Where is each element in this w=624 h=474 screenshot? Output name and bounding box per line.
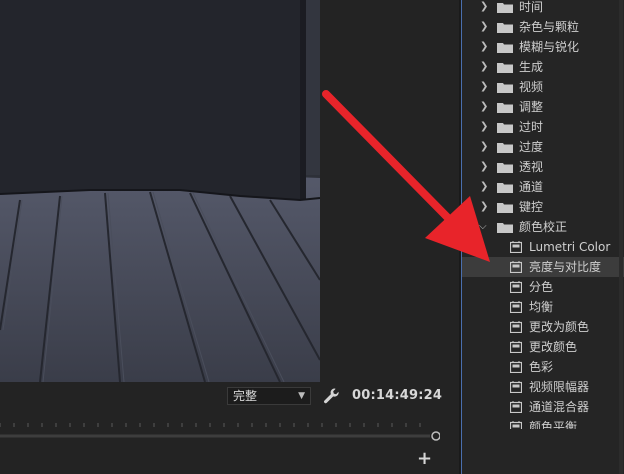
- folder-icon: [497, 63, 513, 73]
- folder-icon: [497, 223, 513, 233]
- effects-folder-label: 模糊与锐化: [519, 40, 580, 54]
- effects-folder-adjust[interactable]: ❯ 调整: [462, 97, 624, 117]
- video-effect-icon: [510, 321, 522, 333]
- chevron-right-icon: ❯: [480, 141, 489, 152]
- video-effect-icon: [510, 401, 522, 413]
- effects-folder-label: 过度: [519, 140, 544, 154]
- wrench-icon[interactable]: [322, 387, 340, 405]
- effects-folder-label: 调整: [519, 100, 544, 114]
- effect-item-label: 颜色平衡: [529, 420, 578, 429]
- effects-folder-color-correction[interactable]: ⌵ 颜色校正: [462, 217, 624, 237]
- effect-item-label: 均衡: [529, 300, 554, 314]
- effects-folder-channel[interactable]: ❯ 通道: [462, 177, 624, 197]
- chevron-right-icon: ❯: [480, 181, 489, 192]
- program-monitor: 完整 ▼ 00:14:49:24 +: [0, 0, 460, 474]
- effect-item-color-balance[interactable]: 颜色平衡: [462, 417, 624, 429]
- effect-item-channel-mixer[interactable]: 通道混合器: [462, 397, 624, 417]
- folder-icon: [497, 163, 513, 173]
- chevron-right-icon: ❯: [480, 1, 489, 12]
- effect-item-lumetri-color[interactable]: Lumetri Color: [462, 237, 624, 257]
- effects-folder-transition[interactable]: ❯ 过度: [462, 137, 624, 157]
- effect-item-label: 分色: [529, 280, 554, 294]
- playback-resolution-select[interactable]: 完整 ▼: [227, 387, 311, 405]
- video-effect-icon: [510, 241, 522, 253]
- folder-icon: [497, 203, 513, 213]
- folder-icon: [497, 123, 513, 133]
- effect-item-equalize[interactable]: 均衡: [462, 297, 624, 317]
- chevron-down-icon: ⌵: [479, 221, 487, 232]
- effect-item-leave-color[interactable]: 分色: [462, 277, 624, 297]
- folder-icon: [497, 83, 513, 93]
- effect-item-label: 通道混合器: [529, 400, 590, 414]
- effect-item-video-limiter[interactable]: 视频限幅器: [462, 377, 624, 397]
- effects-folder-label: 视频: [519, 80, 544, 94]
- chevron-right-icon: ❯: [480, 161, 489, 172]
- effects-folder-label: 颜色校正: [519, 220, 568, 234]
- video-effect-icon: [510, 261, 522, 273]
- video-effect-icon: [510, 381, 522, 393]
- effects-folder-label: 键控: [519, 200, 544, 214]
- effects-folder-perspective[interactable]: ❯ 透视: [462, 157, 624, 177]
- folder-icon: [497, 183, 513, 193]
- video-effect-icon: [510, 301, 522, 313]
- effects-folder-label: 透视: [519, 160, 544, 174]
- effects-folder-label: 生成: [519, 60, 544, 74]
- video-effect-icon: [510, 341, 522, 353]
- chevron-down-icon: ▼: [298, 391, 305, 401]
- effects-folder-time[interactable]: ❯ 时间: [462, 0, 624, 17]
- video-effect-icon: [510, 421, 522, 429]
- effect-item-brightness-contrast[interactable]: 亮度与对比度: [462, 257, 624, 277]
- chevron-right-icon: ❯: [480, 101, 489, 112]
- effect-item-change-color[interactable]: 更改颜色: [462, 337, 624, 357]
- effect-item-tint[interactable]: 色彩: [462, 357, 624, 377]
- video-frame-image: [0, 0, 320, 382]
- effects-folder-noise-grain[interactable]: ❯ 杂色与颗粒: [462, 17, 624, 37]
- folder-icon: [497, 43, 513, 53]
- effects-folder-blur-sharpen[interactable]: ❯ 模糊与锐化: [462, 37, 624, 57]
- chevron-right-icon: ❯: [480, 201, 489, 212]
- video-effect-icon: [510, 361, 522, 373]
- chevron-right-icon: ❯: [480, 81, 489, 92]
- folder-icon: [497, 3, 513, 13]
- effect-item-label: 更改为颜色: [529, 320, 590, 334]
- effects-panel-scrollbar[interactable]: [619, 0, 623, 474]
- playback-resolution-value: 完整: [233, 389, 258, 403]
- effects-folder-label: 时间: [519, 0, 544, 14]
- effects-folder-keying[interactable]: ❯ 键控: [462, 197, 624, 217]
- effect-item-label: 亮度与对比度: [529, 260, 602, 274]
- effects-folder-generate[interactable]: ❯ 生成: [462, 57, 624, 77]
- chevron-right-icon: ❯: [480, 121, 489, 132]
- effect-item-label: 更改颜色: [529, 340, 578, 354]
- folder-icon: [497, 103, 513, 113]
- effect-item-change-to-color[interactable]: 更改为颜色: [462, 317, 624, 337]
- effect-item-label: Lumetri Color: [529, 240, 611, 254]
- video-effect-icon: [510, 281, 522, 293]
- video-frame: [0, 0, 320, 382]
- effect-item-label: 色彩: [529, 360, 554, 374]
- effects-panel: ❯ 时间 ❯ 杂色与颗粒 ❯ 模糊与锐化 ❯ 生成 ❯ 视频 ❯ 调整 ❯ 过时…: [462, 0, 624, 474]
- add-button[interactable]: +: [417, 450, 432, 468]
- folder-icon: [497, 23, 513, 33]
- effect-item-label: 视频限幅器: [529, 380, 590, 394]
- chevron-right-icon: ❯: [480, 61, 489, 72]
- folder-icon: [497, 143, 513, 153]
- effects-folder-label: 过时: [519, 120, 544, 134]
- effects-folder-video[interactable]: ❯ 视频: [462, 77, 624, 97]
- playback-timeline-ruler[interactable]: [0, 418, 440, 442]
- chevron-right-icon: ❯: [480, 41, 489, 52]
- effects-folder-label: 通道: [519, 180, 544, 194]
- effects-folder-obsolete[interactable]: ❯ 过时: [462, 117, 624, 137]
- effects-folder-label: 杂色与颗粒: [519, 20, 580, 34]
- chevron-right-icon: ❯: [480, 21, 489, 32]
- timecode-display: 00:14:49:24: [352, 388, 443, 403]
